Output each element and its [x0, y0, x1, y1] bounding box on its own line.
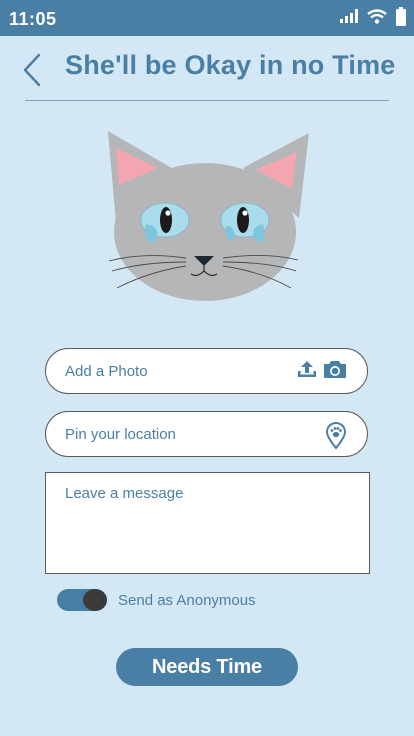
add-photo-placeholder: Add a Photo: [65, 363, 148, 380]
signal-icon: [340, 9, 358, 23]
back-chevron-icon: [23, 53, 41, 87]
pin-location-field[interactable]: Pin your location: [45, 411, 368, 457]
header: She'll be Okay in no Time: [0, 36, 414, 102]
toggle-knob: [83, 589, 107, 611]
status-time: 11:05: [9, 9, 57, 29]
back-button[interactable]: [20, 52, 46, 88]
message-textarea[interactable]: Leave a message: [45, 472, 370, 574]
camera-icon[interactable]: [323, 359, 347, 379]
pin-location-placeholder: Pin your location: [65, 426, 176, 443]
page-title: She'll be Okay in no Time: [65, 50, 396, 80]
battery-icon: [396, 6, 406, 26]
location-pin-icon[interactable]: [325, 422, 347, 450]
location-actions: [325, 422, 347, 450]
wifi-icon: [367, 8, 387, 24]
status-bar: 11:05: [0, 0, 414, 36]
photo-actions: [297, 359, 347, 379]
anonymous-label: Send as Anonymous: [118, 592, 256, 609]
message-placeholder: Leave a message: [65, 485, 184, 502]
sad-cat-illustration: [108, 131, 309, 301]
add-photo-field[interactable]: Add a Photo: [45, 348, 368, 394]
anonymous-toggle[interactable]: [57, 589, 107, 611]
header-divider: [25, 100, 389, 101]
upload-icon[interactable]: [297, 359, 317, 379]
needs-time-button[interactable]: Needs Time: [116, 648, 298, 686]
status-icons: [340, 6, 406, 26]
cat-head: [114, 163, 296, 301]
